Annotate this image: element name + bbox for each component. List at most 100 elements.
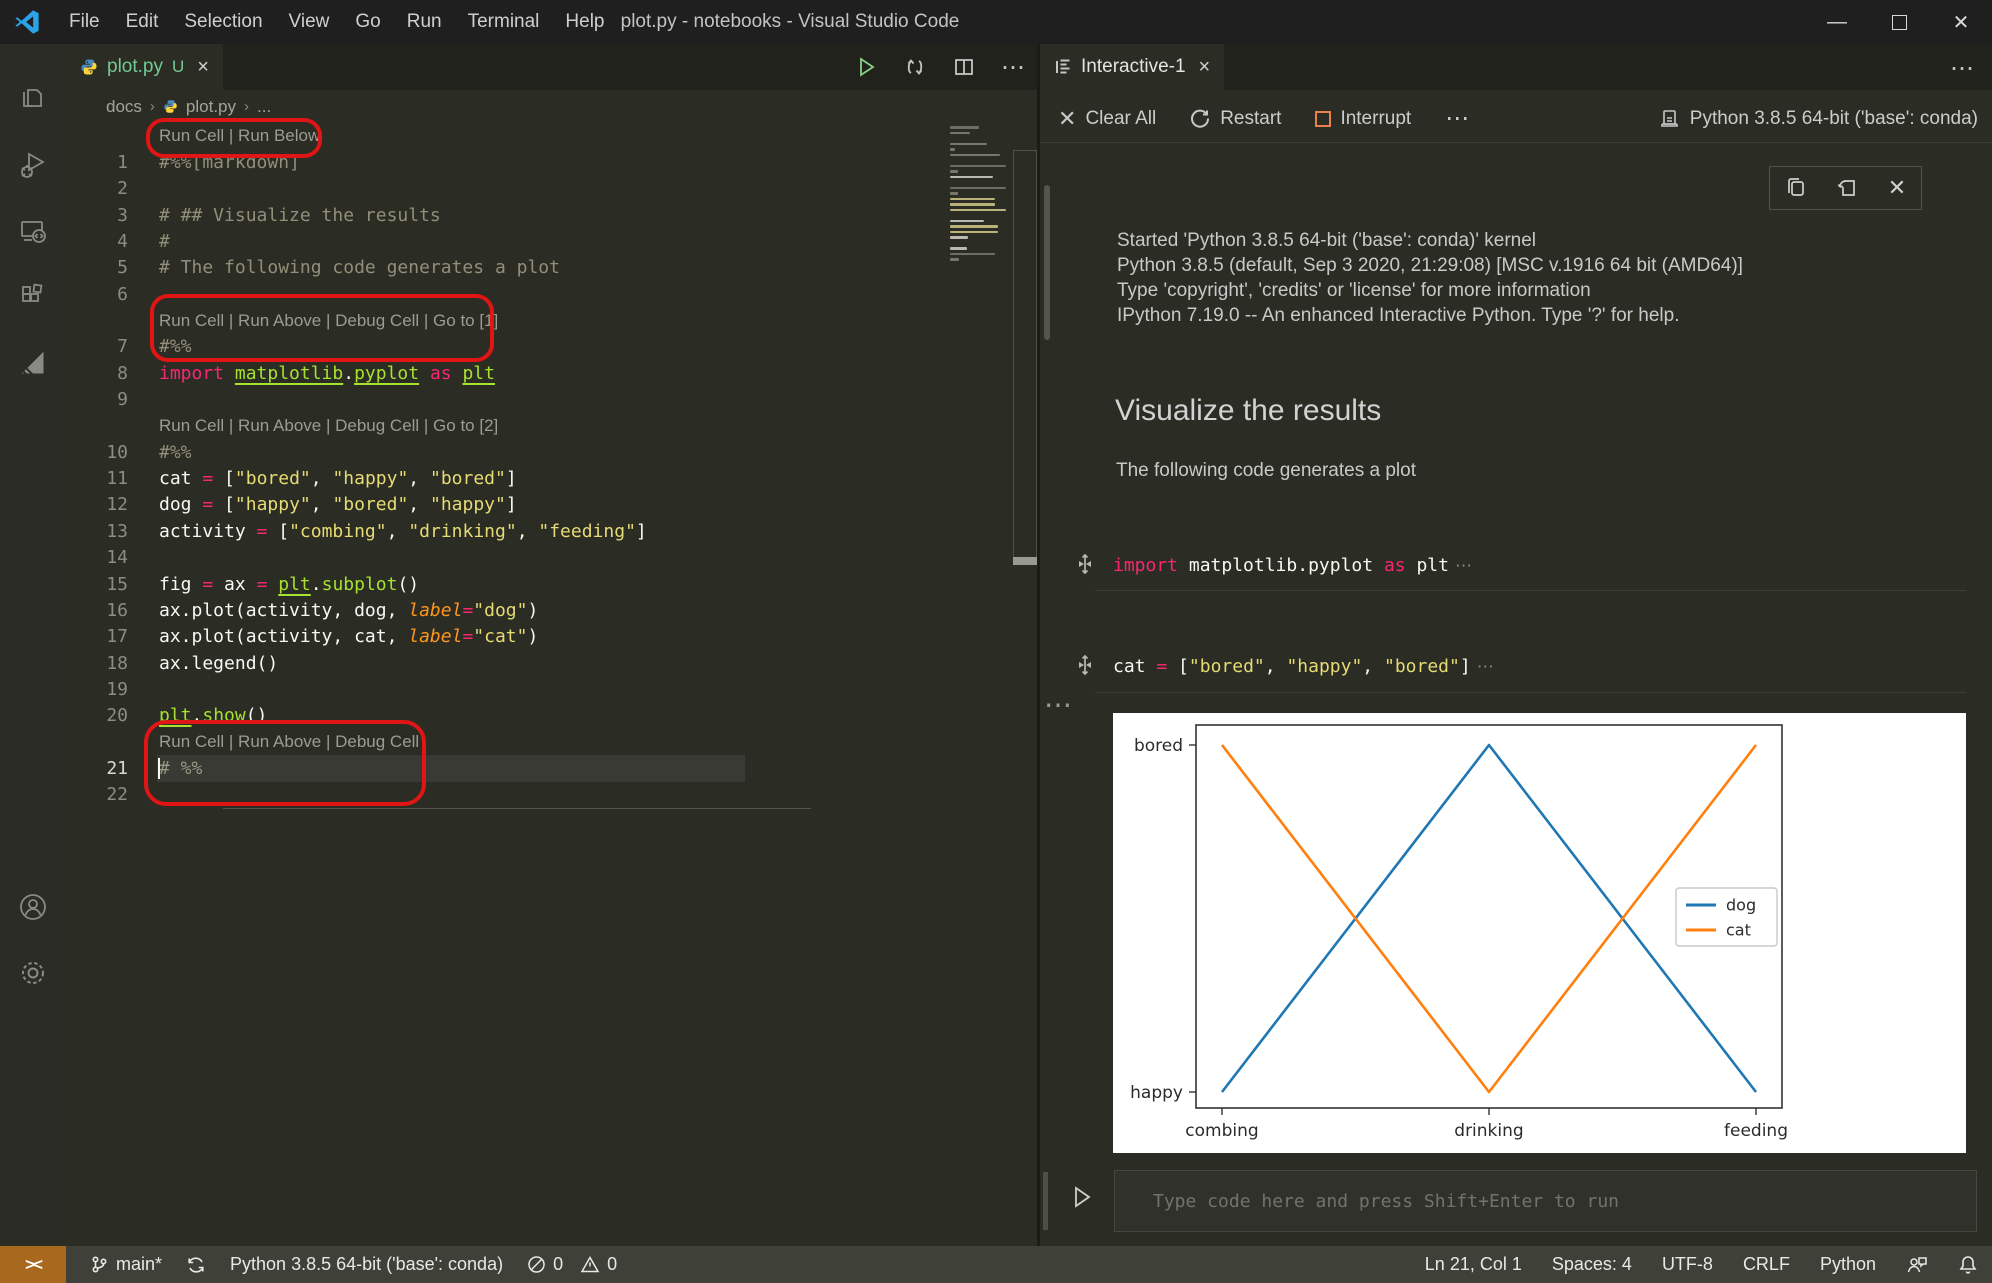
- account-icon[interactable]: [0, 880, 66, 934]
- code-token: plt: [278, 574, 311, 595]
- code-token: (): [397, 574, 419, 595]
- minimap-line: [950, 253, 995, 256]
- codelens-link[interactable]: Run Cell | Run Above | Debug Cell | Go t…: [159, 416, 498, 436]
- code-token: ]: [1460, 656, 1471, 677]
- code-token: show: [202, 705, 245, 726]
- codelens-link[interactable]: Run Cell | Run Above | Debug Cell: [159, 732, 419, 752]
- toolbar-more-button[interactable]: ⋯: [1445, 104, 1469, 133]
- close-output-icon[interactable]: ✕: [1888, 175, 1906, 201]
- kernel-picker[interactable]: Python 3.8.5 64-bit ('base': conda): [1658, 108, 1978, 130]
- code-token: "bored": [430, 468, 506, 489]
- code-line: 12dog = ["happy", "bored", "happy"]: [66, 492, 1037, 518]
- tab-close-icon[interactable]: ×: [1199, 56, 1211, 79]
- code-token: ,: [408, 494, 430, 515]
- eol-item[interactable]: CRLF: [1743, 1254, 1790, 1275]
- menu-item-file[interactable]: File: [56, 0, 113, 44]
- remote-explorer-icon[interactable]: [0, 204, 66, 258]
- cursor-position-item[interactable]: Ln 21, Col 1: [1425, 1254, 1522, 1275]
- interrupt-icon: [1315, 111, 1331, 127]
- gather-code-icon[interactable]: [1073, 653, 1097, 677]
- menu-item-terminal[interactable]: Terminal: [455, 0, 553, 44]
- minimap-line: [950, 236, 968, 239]
- code-input-field[interactable]: Type code here and press Shift+Enter to …: [1114, 1170, 1977, 1232]
- tab-close-icon[interactable]: ×: [197, 56, 209, 79]
- menu-item-selection[interactable]: Selection: [171, 0, 275, 44]
- cell-gutter-more-icon[interactable]: ⋯: [1044, 688, 1073, 721]
- code-line-text: ax.legend(): [159, 653, 278, 674]
- git-branch-item[interactable]: main*: [90, 1254, 162, 1275]
- sync-button[interactable]: [186, 1255, 206, 1275]
- menu-item-go[interactable]: Go: [342, 0, 393, 44]
- minimap-line: [950, 247, 967, 250]
- feedback-icon[interactable]: [1906, 1255, 1928, 1275]
- code-token: "happy": [430, 494, 506, 515]
- code-token: plt: [462, 363, 495, 384]
- minimize-button[interactable]: —: [1806, 0, 1868, 44]
- expand-more-icon[interactable]: ⋯: [1455, 556, 1472, 575]
- code-line: 10#%%: [66, 439, 1037, 465]
- input-placeholder: Type code here and press Shift+Enter to …: [1153, 1191, 1619, 1212]
- language-mode-item[interactable]: Python: [1820, 1254, 1876, 1275]
- code-token: ,: [1362, 656, 1384, 677]
- maximize-button[interactable]: [1868, 0, 1930, 44]
- more-actions-icon[interactable]: ⋯: [1001, 53, 1025, 82]
- settings-gear-icon[interactable]: [0, 946, 66, 1000]
- menu-item-run[interactable]: Run: [394, 0, 455, 44]
- codelens-link[interactable]: Run Cell | Run Above | Debug Cell | Go t…: [159, 311, 498, 331]
- gather-code-icon[interactable]: [1073, 552, 1097, 576]
- menu-bar: FileEditSelectionViewGoRunTerminalHelp: [56, 0, 618, 44]
- clear-all-button[interactable]: ✕ Clear All: [1058, 106, 1156, 132]
- extensions-icon[interactable]: [0, 269, 66, 323]
- explorer-icon[interactable]: [0, 72, 66, 126]
- split-editor-icon[interactable]: [953, 56, 975, 78]
- errors-icon: [527, 1255, 546, 1274]
- code-token: "feeding": [538, 521, 636, 542]
- indentation-item[interactable]: Spaces: 4: [1552, 1254, 1632, 1275]
- code-token: ]: [506, 468, 517, 489]
- code-token: .: [311, 574, 322, 595]
- encoding-item[interactable]: UTF-8: [1662, 1254, 1713, 1275]
- expand-more-icon[interactable]: ⋯: [1477, 657, 1494, 676]
- more-actions-icon[interactable]: ⋯: [1950, 54, 1974, 83]
- menu-item-view[interactable]: View: [276, 0, 343, 44]
- minimap-line: [950, 126, 979, 129]
- code-token: pyplot: [354, 363, 419, 384]
- codelens-link[interactable]: Run Cell | Run Below: [159, 126, 320, 146]
- export-notebook-icon[interactable]: [1836, 177, 1858, 199]
- interactive-scrollbar-thumb[interactable]: [1044, 185, 1050, 340]
- restart-button[interactable]: Restart: [1190, 108, 1281, 130]
- line-number: 10: [66, 442, 128, 463]
- editor-scrollbar-handle[interactable]: [1013, 557, 1037, 565]
- problems-item[interactable]: 0 0: [527, 1254, 617, 1275]
- code-line: 7#%%: [66, 334, 1037, 360]
- chart-text: bored: [1134, 736, 1183, 756]
- breadcrumb-item-docs[interactable]: docs: [106, 97, 142, 117]
- run-cell-icon[interactable]: [855, 56, 877, 78]
- breadcrumb-item-symbol[interactable]: ...: [257, 97, 271, 117]
- notifications-bell-icon[interactable]: [1958, 1254, 1978, 1275]
- run-and-debug-icon[interactable]: [0, 138, 66, 192]
- cell-code: cat = ["bored", "happy", "bored"]⋯: [1113, 656, 1494, 677]
- interrupt-button[interactable]: Interrupt: [1315, 108, 1411, 130]
- code-editor[interactable]: Run Cell | Run Below1#%%[markdown]23# ##…: [66, 123, 1037, 808]
- tab-interactive-1[interactable]: Interactive-1 ×: [1040, 44, 1224, 90]
- breadcrumb-item-file[interactable]: plot.py: [186, 97, 236, 117]
- editor-scrollbar[interactable]: [1013, 150, 1037, 562]
- code-token: plt: [1416, 555, 1449, 576]
- output-line: IPython 7.19.0 -- An enhanced Interactiv…: [1117, 303, 1743, 328]
- minimap-line: [950, 231, 998, 234]
- code-token: #%%: [159, 336, 192, 357]
- close-button[interactable]: ✕: [1930, 0, 1992, 44]
- custom-tool-icon[interactable]: [0, 336, 66, 390]
- run-below-icon[interactable]: [903, 55, 927, 79]
- interpreter-item[interactable]: Python 3.8.5 64-bit ('base': conda): [230, 1254, 503, 1275]
- line-number: 18: [66, 653, 128, 674]
- code-token: as: [419, 363, 462, 384]
- menu-item-edit[interactable]: Edit: [113, 0, 172, 44]
- remote-indicator[interactable]: ><: [0, 1246, 66, 1283]
- copy-output-icon[interactable]: [1785, 177, 1807, 199]
- minimap[interactable]: [950, 126, 1010, 269]
- tab-plot-py[interactable]: plot.py U ×: [66, 44, 223, 90]
- code-token: ,: [387, 521, 409, 542]
- vscode-logo-icon: [12, 7, 42, 37]
